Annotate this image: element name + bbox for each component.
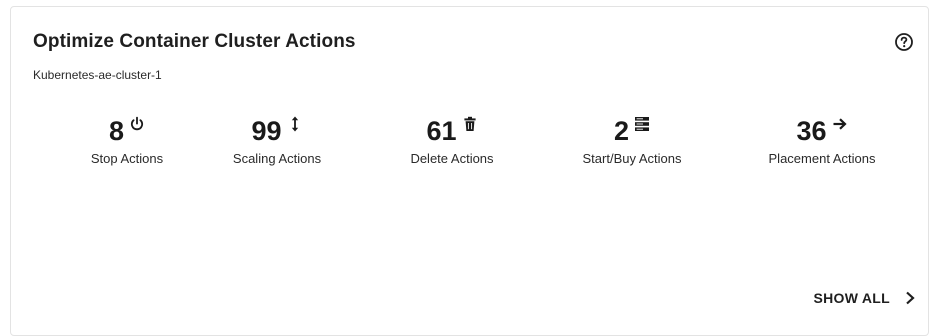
chevron-right-icon xyxy=(906,291,915,305)
cluster-name: Kubernetes-ae-cluster-1 xyxy=(33,68,162,82)
action-stats: 8 Stop Actions 99 Scaling Actions 61 Del… xyxy=(11,115,928,175)
start-buy-actions-label: Start/Buy Actions xyxy=(582,151,682,166)
stat-placement-actions[interactable]: 36 Placement Actions xyxy=(737,115,907,166)
vertical-resize-icon xyxy=(291,116,298,132)
start-buy-actions-count: 2 xyxy=(613,116,630,146)
placement-actions-label: Placement Actions xyxy=(768,151,876,166)
scaling-actions-count: 99 xyxy=(251,116,282,146)
stat-stop-actions[interactable]: 8 Stop Actions xyxy=(42,115,212,166)
stat-scaling-actions[interactable]: 99 Scaling Actions xyxy=(192,115,362,166)
power-icon xyxy=(130,116,144,131)
delete-actions-label: Delete Actions xyxy=(410,151,494,166)
scaling-actions-label: Scaling Actions xyxy=(232,151,322,166)
stat-start-buy-actions[interactable]: 2 Start/Buy Actions xyxy=(547,115,717,166)
server-stack-icon xyxy=(635,117,650,131)
card-title: Optimize Container Cluster Actions xyxy=(33,31,356,52)
arrow-right-icon xyxy=(833,118,847,130)
delete-actions-count: 61 xyxy=(426,116,457,146)
stop-actions-label: Stop Actions xyxy=(90,151,164,166)
show-all-button[interactable]: SHOW ALL xyxy=(813,290,916,306)
help-icon[interactable] xyxy=(894,32,914,52)
stat-delete-actions[interactable]: 61 Delete Actions xyxy=(367,115,537,166)
container-cluster-actions-card: Optimize Container Cluster Actions Kuber… xyxy=(10,6,929,336)
trash-icon xyxy=(463,116,476,131)
placement-actions-count: 36 xyxy=(796,116,827,146)
show-all-label: SHOW ALL xyxy=(813,290,890,306)
stop-actions-count: 8 xyxy=(108,116,125,146)
